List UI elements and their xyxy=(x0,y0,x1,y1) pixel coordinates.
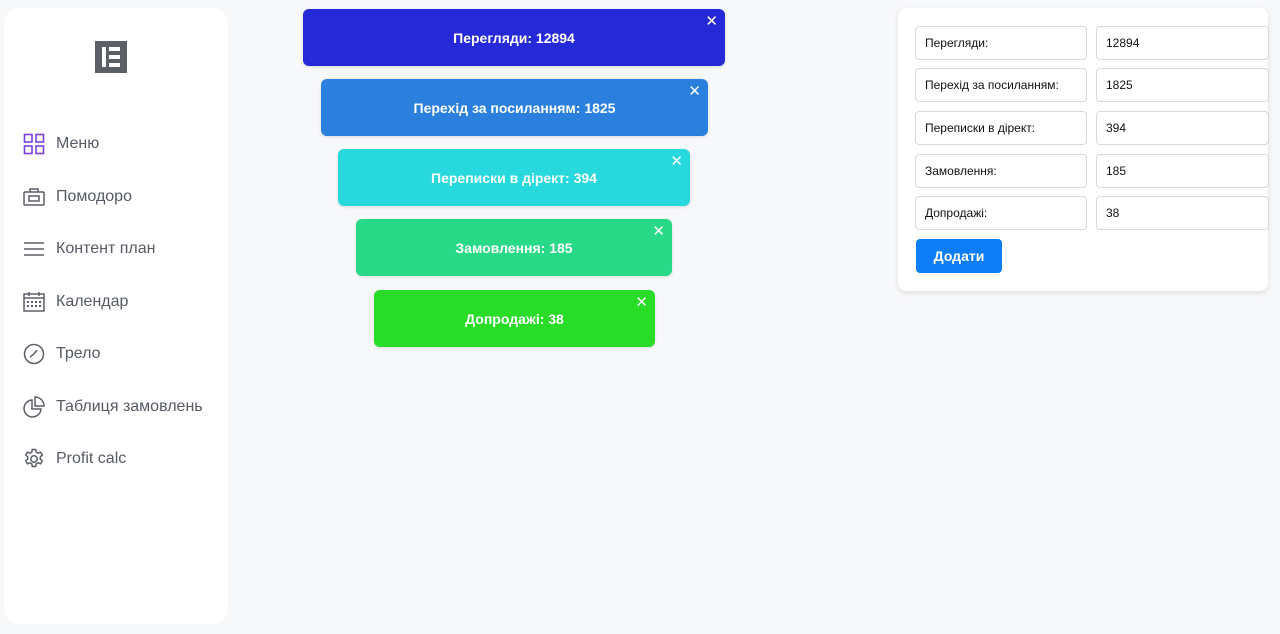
orders-input[interactable] xyxy=(1096,154,1269,188)
form-row: Переписки в дірект: xyxy=(915,111,1269,145)
funnel-form: Перегляди: Перехід за посиланням: Перепи… xyxy=(898,8,1269,291)
form-row: Перехід за посиланням: xyxy=(915,68,1269,102)
close-icon[interactable]: ✕ xyxy=(635,294,648,312)
link-clicks-input[interactable] xyxy=(1096,68,1269,102)
close-icon[interactable]: ✕ xyxy=(688,83,701,101)
form-row: Перегляди: xyxy=(915,26,1269,60)
close-icon[interactable]: ✕ xyxy=(652,223,665,241)
funnel-step: Допродажі: 38 ✕ xyxy=(374,290,655,347)
field-label: Переписки в дірект: xyxy=(915,111,1087,145)
close-icon[interactable]: ✕ xyxy=(670,153,683,171)
funnel-step: Переписки в дірект: 394 ✕ xyxy=(338,149,690,206)
funnel-step: Перехід за посиланням: 1825 ✕ xyxy=(321,79,708,136)
add-button[interactable]: Додати xyxy=(916,239,1002,273)
funnel-step: Замовлення: 185 ✕ xyxy=(356,219,672,276)
upsells-input[interactable] xyxy=(1096,196,1269,230)
funnel-step-text: Допродажі: 38 xyxy=(465,310,564,327)
funnel-step-text: Перехід за посиланням: 1825 xyxy=(413,99,616,116)
funnel-step-text: Переписки в дірект: 394 xyxy=(431,169,597,186)
field-label: Замовлення: xyxy=(915,154,1087,188)
funnel-step-text: Замовлення: 185 xyxy=(455,239,573,256)
views-input[interactable] xyxy=(1096,26,1269,60)
funnel-step-text: Перегляди: 12894 xyxy=(453,29,575,46)
form-row: Замовлення: xyxy=(915,154,1269,188)
funnel-chart: Перегляди: 12894 ✕ Перехід за посиланням… xyxy=(0,0,860,634)
field-label: Перегляди: xyxy=(915,26,1087,60)
funnel-step: Перегляди: 12894 ✕ xyxy=(303,9,725,66)
field-label: Перехід за посиланням: xyxy=(915,68,1087,102)
field-label: Допродажі: xyxy=(915,196,1087,230)
form-row: Допродажі: xyxy=(915,196,1269,230)
close-icon[interactable]: ✕ xyxy=(705,13,718,31)
direct-messages-input[interactable] xyxy=(1096,111,1269,145)
